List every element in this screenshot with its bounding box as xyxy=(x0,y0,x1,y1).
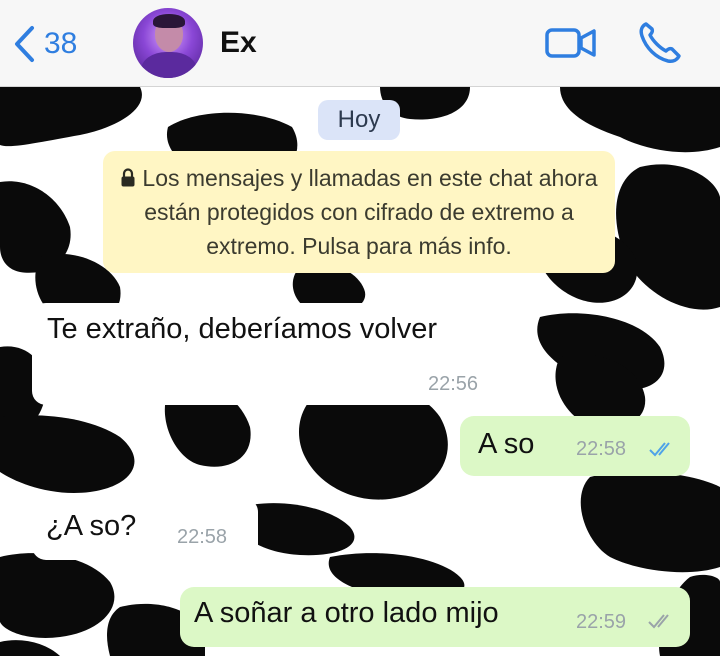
message-time: 22:58 xyxy=(576,438,627,460)
message-time: 22:56 xyxy=(428,373,479,395)
video-camera-icon[interactable] xyxy=(545,26,597,60)
double-check-icon xyxy=(648,614,669,629)
encryption-notice-text: Los mensajes y llamadas en este chat aho… xyxy=(142,165,598,259)
chat-header: 38 Ex xyxy=(0,0,720,87)
unread-count: 38 xyxy=(44,27,78,60)
chevron-left-icon xyxy=(15,26,34,62)
message-bubble-outgoing[interactable]: A so 22:58 xyxy=(460,416,690,476)
avatar[interactable] xyxy=(133,8,203,78)
message-bubble-outgoing[interactable]: A soñar a otro lado mijo 22:59 xyxy=(180,587,690,647)
message-text: A soñar a otro lado mijo xyxy=(194,597,499,629)
message-time: 22:58 xyxy=(177,526,228,548)
date-separator: Hoy xyxy=(318,100,400,140)
lock-icon xyxy=(121,168,135,187)
message-text: Te extraño, deberíamos volver xyxy=(47,313,438,345)
contact-name[interactable]: Ex xyxy=(220,26,257,60)
message-bubble-incoming[interactable]: ¿A so? 22:58 xyxy=(32,498,258,560)
phone-icon[interactable] xyxy=(636,20,684,64)
message-text: ¿A so? xyxy=(46,510,137,542)
message-time: 22:59 xyxy=(576,611,627,633)
message-bubble-incoming[interactable]: Te extraño, deberíamos volver 22:56 xyxy=(32,303,506,405)
chat-area[interactable]: Hoy Los mensajes y llamadas en este chat… xyxy=(0,87,720,656)
back-button[interactable]: 38 xyxy=(12,24,77,64)
double-check-icon xyxy=(649,442,670,457)
message-text: A so xyxy=(478,428,535,460)
encryption-notice[interactable]: Los mensajes y llamadas en este chat aho… xyxy=(103,151,615,273)
